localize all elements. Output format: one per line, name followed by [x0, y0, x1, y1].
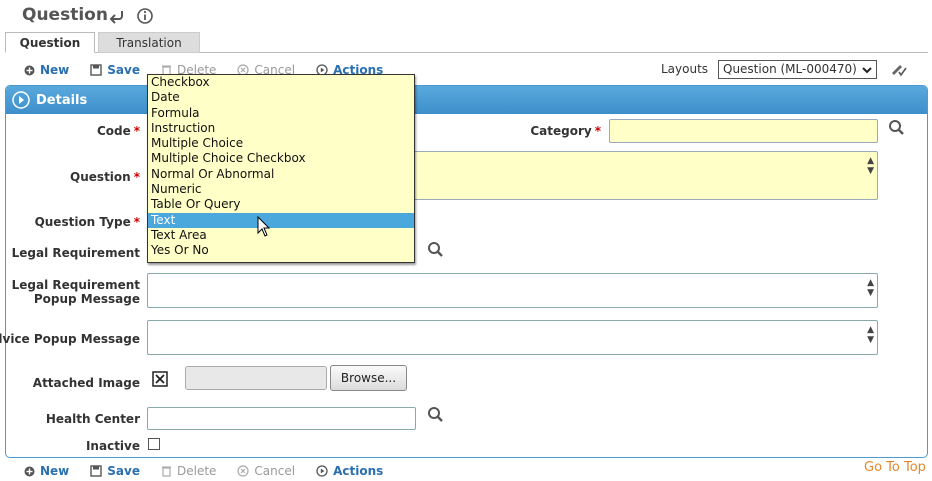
play-circle-icon [316, 465, 328, 477]
health-center-input[interactable] [147, 407, 416, 430]
question-type-option[interactable]: Multiple Choice [148, 136, 414, 151]
question-type-option[interactable]: Multiple Choice Checkbox [148, 151, 414, 166]
attached-image-label: Attached Image [32, 376, 140, 390]
question-type-option[interactable]: Text [148, 212, 414, 228]
layout-edit-icon[interactable] [889, 60, 907, 81]
legal-popup-label: Legal Requirement Popup Message [11, 278, 140, 306]
layouts-label: Layouts [661, 62, 709, 76]
new-button[interactable]: New [24, 464, 69, 478]
file-path-display [185, 366, 327, 390]
question-type-option[interactable]: Table Or Query [148, 197, 414, 212]
scroll-arrows-icon[interactable]: ▲ ▼ [867, 325, 874, 345]
info-icon[interactable] [136, 7, 154, 25]
question-type-option[interactable]: Checkbox [148, 75, 414, 90]
collapse-icon [12, 91, 30, 109]
legal-requirement-search-icon[interactable] [427, 241, 444, 261]
legal-requirement-label: Legal Requirement [11, 246, 140, 260]
inactive-checkbox[interactable] [148, 438, 160, 450]
new-button[interactable]: New [24, 63, 69, 77]
page-title: Question [22, 5, 108, 25]
category-search-icon[interactable] [888, 119, 905, 139]
go-to-top-link[interactable]: Go To Top [864, 460, 926, 475]
inactive-label: Inactive [85, 439, 140, 453]
save-button[interactable]: Save [90, 464, 140, 478]
question-type-option[interactable]: Numeric [148, 182, 414, 197]
layouts-selected-value: Question (ML-000470) [723, 62, 857, 76]
advice-popup-textarea[interactable]: ▲ ▼ [147, 320, 878, 355]
actions-button[interactable]: Actions [316, 464, 383, 478]
category-label: Category * [530, 124, 601, 138]
bottom-toolbar: New Save Delete Cancel Actions [24, 462, 404, 480]
trash-icon [161, 466, 171, 477]
advice-popup-label: Advice Popup Message [0, 332, 140, 346]
question-type-option[interactable]: Formula [148, 106, 414, 121]
scroll-arrows-icon[interactable]: ▲ ▼ [867, 278, 874, 298]
category-input[interactable] [609, 119, 878, 143]
save-icon [90, 465, 102, 477]
question-type-option[interactable]: Normal Or Abnormal [148, 167, 414, 182]
back-icon[interactable] [108, 7, 126, 25]
plus-icon [24, 65, 35, 75]
mouse-cursor-icon [257, 215, 271, 241]
cancel-icon [237, 465, 250, 477]
delete-button[interactable]: Delete [161, 464, 216, 478]
plus-icon [24, 466, 35, 476]
details-panel-header[interactable]: Details [6, 86, 927, 114]
question-type-label: Question Type * [34, 215, 140, 229]
health-center-label: Health Center [45, 412, 140, 426]
question-type-option[interactable]: Text Area [148, 228, 414, 243]
save-icon [90, 64, 102, 76]
scroll-arrows-icon[interactable]: ▲ ▼ [867, 156, 874, 176]
health-center-search-icon[interactable] [427, 406, 444, 426]
browse-button[interactable]: Browse... [330, 365, 407, 391]
chevron-down-icon [862, 67, 872, 74]
legal-popup-textarea[interactable]: ▲ ▼ [147, 273, 878, 308]
question-type-option[interactable]: Instruction [148, 121, 414, 136]
broken-image-icon [150, 369, 170, 389]
question-type-option[interactable]: Date [148, 90, 414, 105]
question-type-dropdown-list[interactable]: Checkbox Date Formula Instruction Multiple C… [147, 74, 415, 263]
code-label: Code * [96, 124, 140, 138]
tab-translation[interactable]: Translation [98, 32, 200, 53]
cancel-button[interactable]: Cancel [237, 464, 295, 478]
save-button[interactable]: Save [90, 63, 140, 77]
tab-question[interactable]: Question [5, 32, 95, 53]
details-panel-title: Details [36, 92, 88, 108]
layouts-select[interactable]: Question (ML-000470) [718, 60, 877, 79]
question-type-option[interactable]: Yes Or No [148, 243, 414, 258]
question-label: Question * [70, 170, 140, 184]
